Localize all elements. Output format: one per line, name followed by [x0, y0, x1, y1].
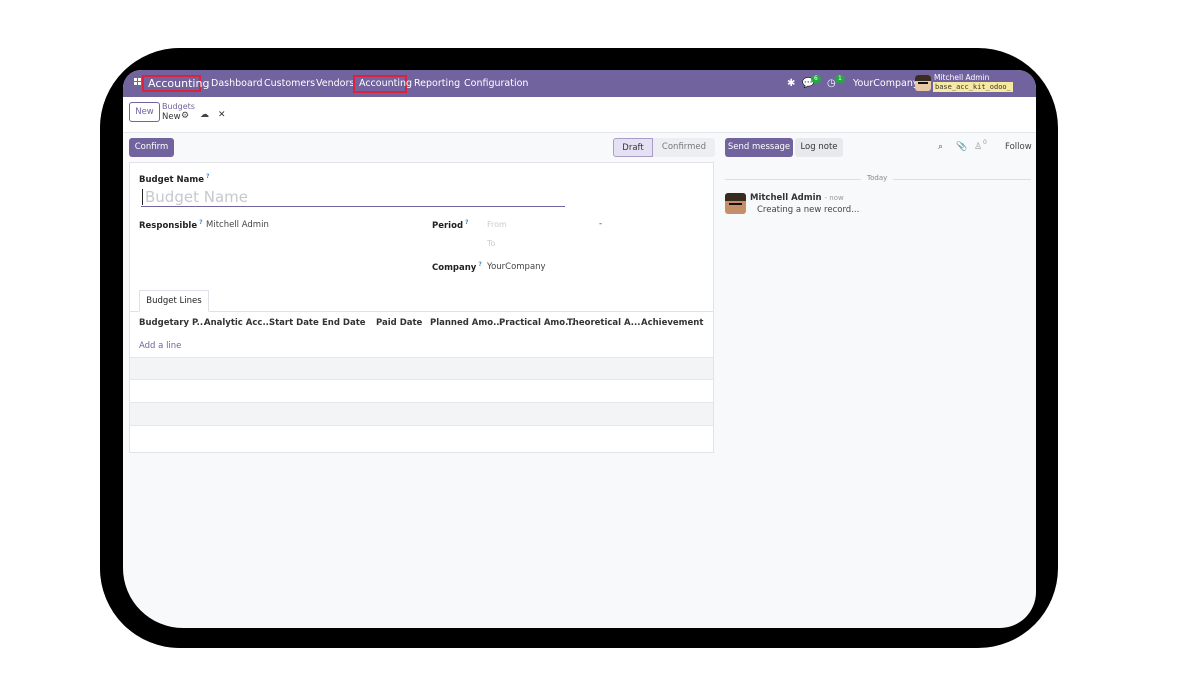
col-paid-date[interactable]: Paid Date: [376, 318, 422, 328]
tab-divider: [130, 311, 713, 312]
company-label: Company?: [432, 261, 482, 273]
budget-name-input[interactable]: Budget Name: [141, 187, 565, 207]
add-line-link[interactable]: Add a line: [139, 341, 181, 351]
menu-vendors[interactable]: Vendors: [316, 78, 354, 89]
search-icon[interactable]: ⌕: [938, 142, 943, 152]
period-label: Period?: [432, 219, 469, 231]
company-field[interactable]: YourCompany: [487, 262, 546, 272]
company-switcher[interactable]: YourCompany: [853, 78, 918, 89]
paperclip-icon[interactable]: 📎: [956, 142, 967, 152]
top-navbar: Accounting Dashboard Customers Vendors A…: [123, 70, 1036, 97]
period-separator: -: [599, 219, 603, 229]
followers-count: 0: [983, 139, 987, 146]
database-name: base_acc_kit_odoo_: [933, 82, 1013, 92]
col-planned-amount[interactable]: Planned Amo...: [430, 318, 503, 328]
help-icon[interactable]: ?: [199, 219, 202, 226]
col-budgetary-position[interactable]: Budgetary P...: [139, 318, 206, 328]
menu-accounting[interactable]: Accounting: [359, 78, 412, 89]
budget-name-label: Budget Name?: [139, 173, 210, 185]
tab-budget-lines[interactable]: Budget Lines: [139, 290, 209, 312]
text-caret: [142, 189, 143, 205]
menu-customers[interactable]: Customers: [264, 78, 315, 89]
app-screen: Accounting Dashboard Customers Vendors A…: [123, 70, 1036, 628]
table-row: [130, 402, 713, 425]
app-brand[interactable]: Accounting: [142, 75, 209, 92]
help-icon[interactable]: ?: [478, 261, 481, 268]
stage-confirmed[interactable]: Confirmed: [653, 138, 715, 157]
discard-icon[interactable]: ✕: [218, 110, 226, 120]
col-achievement[interactable]: Achievement: [641, 318, 703, 328]
confirm-button[interactable]: Confirm: [129, 138, 174, 157]
menu-dashboard[interactable]: Dashboard: [211, 78, 263, 89]
messages-badge: 6: [811, 75, 821, 83]
col-theoretical-amount[interactable]: Theoretical A...: [567, 318, 640, 328]
date-separator: Today: [861, 174, 894, 182]
send-message-button[interactable]: Send message: [725, 138, 793, 157]
menu-reporting[interactable]: Reporting: [414, 78, 460, 89]
help-icon[interactable]: ?: [206, 173, 209, 180]
help-icon[interactable]: ?: [465, 219, 468, 226]
breadcrumb-current: New: [162, 112, 181, 122]
period-from-input[interactable]: From: [487, 220, 507, 229]
stage-draft[interactable]: Draft: [613, 138, 653, 157]
gear-icon[interactable]: ⚙: [181, 111, 189, 121]
period-to-input[interactable]: To: [487, 239, 495, 248]
followers-icon[interactable]: ♙: [974, 142, 982, 152]
menu-configuration[interactable]: Configuration: [464, 78, 528, 89]
message-time: - now: [824, 194, 844, 202]
activity-badge: 1: [835, 75, 845, 83]
col-start-date[interactable]: Start Date: [269, 318, 319, 328]
log-note-button[interactable]: Log note: [795, 138, 843, 157]
form-sheet: Budget Name? Budget Name Responsible? Mi…: [129, 162, 714, 453]
user-avatar[interactable]: [915, 75, 931, 91]
control-panel: New Budgets New ⚙ ☁ ✕: [123, 97, 1036, 133]
table-row: [130, 425, 713, 448]
user-name[interactable]: Mitchell Admin: [934, 73, 989, 82]
col-practical-amount[interactable]: Practical Amo...: [499, 318, 575, 328]
save-cloud-icon[interactable]: ☁: [200, 110, 209, 120]
new-button[interactable]: New: [129, 102, 160, 122]
chatter: Send message Log note ⌕ 📎 ♙ 0 Follow Tod…: [723, 132, 1036, 628]
breadcrumb-budgets[interactable]: Budgets: [162, 102, 195, 111]
follow-button[interactable]: Follow: [1005, 142, 1032, 152]
message-author-avatar[interactable]: [725, 193, 746, 214]
table-row: [130, 379, 713, 402]
message-author: Mitchell Admin - now: [750, 193, 844, 203]
bug-icon[interactable]: ✱: [787, 78, 795, 89]
col-end-date[interactable]: End Date: [322, 318, 366, 328]
table-row: [130, 357, 713, 380]
responsible-label: Responsible?: [139, 219, 203, 231]
message-body: Creating a new record...: [757, 205, 860, 215]
col-analytic-account[interactable]: Analytic Acc...: [204, 318, 272, 328]
status-row: Confirm Draft Confirmed: [123, 132, 723, 162]
responsible-field[interactable]: Mitchell Admin: [206, 220, 269, 230]
